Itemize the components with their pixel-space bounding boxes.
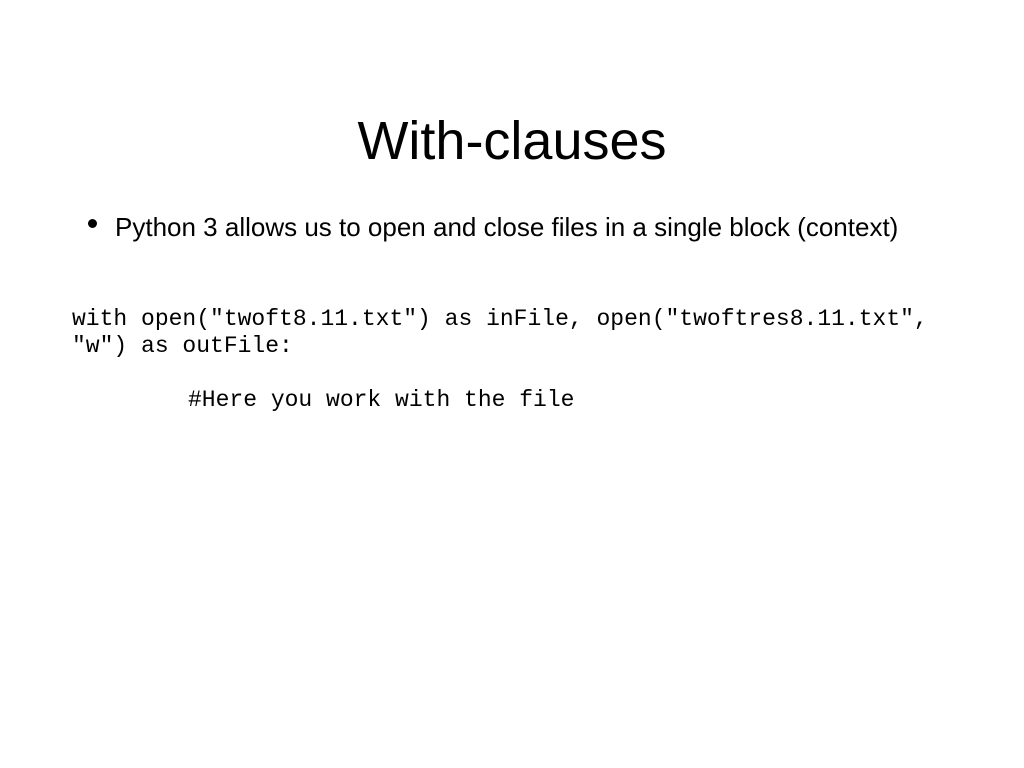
list-item: Python 3 allows us to open and close fil…: [80, 208, 970, 246]
bullet-list: Python 3 allows us to open and close fil…: [80, 208, 970, 246]
slide-canvas: With-clauses Python 3 allows us to open …: [0, 0, 1024, 768]
page-title: With-clauses: [357, 111, 667, 172]
code-comment-line: #Here you work with the file: [188, 387, 575, 413]
code-line-2: "w") as outFile:: [72, 333, 293, 359]
code-line-1: with open("twoft8.11.txt") as inFile, op…: [72, 306, 928, 332]
bullet-dot-icon: [88, 219, 97, 228]
code-block: with open("twoft8.11.txt") as inFile, op…: [72, 306, 1012, 414]
bullet-item-label: Python 3 allows us to open and close fil…: [115, 212, 899, 242]
